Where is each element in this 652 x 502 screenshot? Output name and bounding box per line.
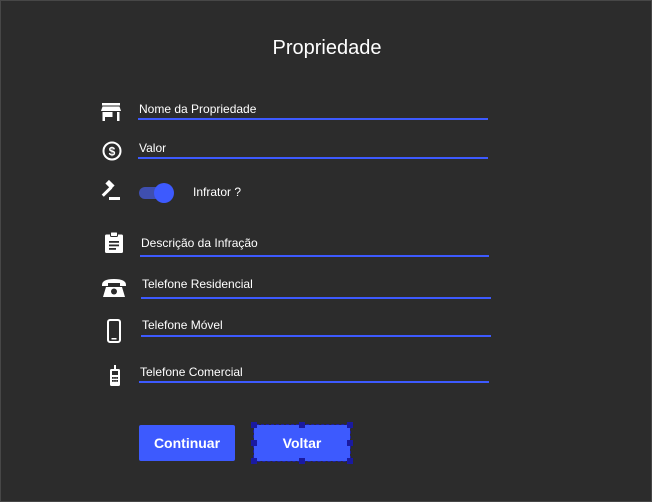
back-button[interactable]: Voltar — [253, 424, 351, 462]
offender-toggle-knob[interactable] — [154, 183, 174, 203]
property-name-label: Nome da Propriedade — [139, 102, 257, 116]
telephone-icon — [101, 278, 127, 298]
infraction-label: Descrição da Infração — [141, 236, 258, 250]
form-panel: Propriedade Nome da Propriedade $ Valor … — [0, 0, 652, 502]
value-label: Valor — [139, 141, 167, 155]
property-name-field[interactable] — [138, 118, 488, 120]
page-title: Propriedade — [272, 37, 382, 59]
gavel-icon — [99, 180, 121, 202]
mobile-phone-field[interactable] — [141, 335, 491, 337]
selection-handle[interactable] — [347, 458, 353, 464]
work-phone-field[interactable] — [139, 381, 489, 383]
mobile-phone-label: Telefone Móvel — [142, 318, 223, 332]
selection-handle[interactable] — [299, 458, 305, 464]
store-icon — [101, 103, 121, 121]
home-phone-label: Telefone Residencial — [142, 277, 253, 291]
selection-handle[interactable] — [251, 440, 257, 446]
clipboard-icon — [105, 232, 123, 253]
infraction-field[interactable] — [140, 255, 489, 257]
work-phone-label: Telefone Comercial — [140, 365, 243, 379]
selection-handle[interactable] — [251, 422, 257, 428]
dollar-circle-icon: $ — [102, 141, 122, 161]
cellphone-icon — [109, 365, 121, 387]
smartphone-icon — [107, 319, 121, 343]
continue-button[interactable]: Continuar — [139, 425, 235, 461]
offender-label: Infrator ? — [193, 185, 242, 199]
svg-text:$: $ — [109, 145, 116, 159]
value-field[interactable] — [138, 157, 488, 159]
selection-handle[interactable] — [251, 458, 257, 464]
home-phone-field[interactable] — [141, 297, 491, 299]
selection-handle[interactable] — [299, 422, 305, 428]
selection-handle[interactable] — [347, 422, 353, 428]
selection-handle[interactable] — [347, 440, 353, 446]
